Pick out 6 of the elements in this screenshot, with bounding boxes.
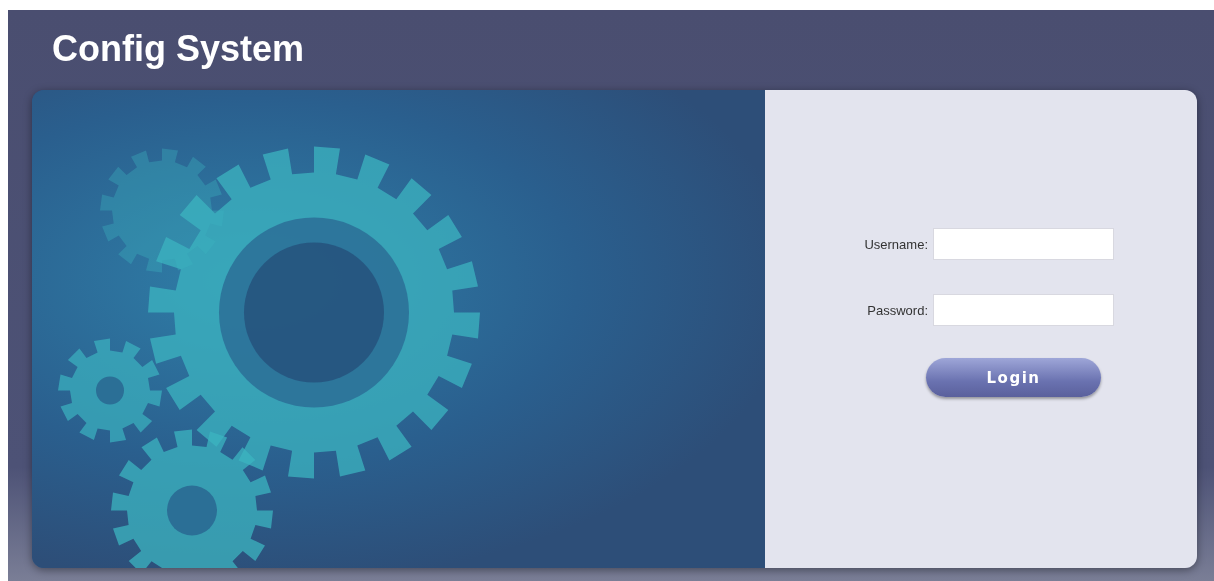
username-field[interactable]	[933, 228, 1114, 260]
password-field[interactable]	[933, 294, 1114, 326]
app-title: Config System	[52, 30, 306, 68]
field-label: Password:	[867, 302, 928, 318]
login-button[interactable]: Login	[926, 358, 1101, 397]
field-label: Username:	[864, 236, 928, 252]
